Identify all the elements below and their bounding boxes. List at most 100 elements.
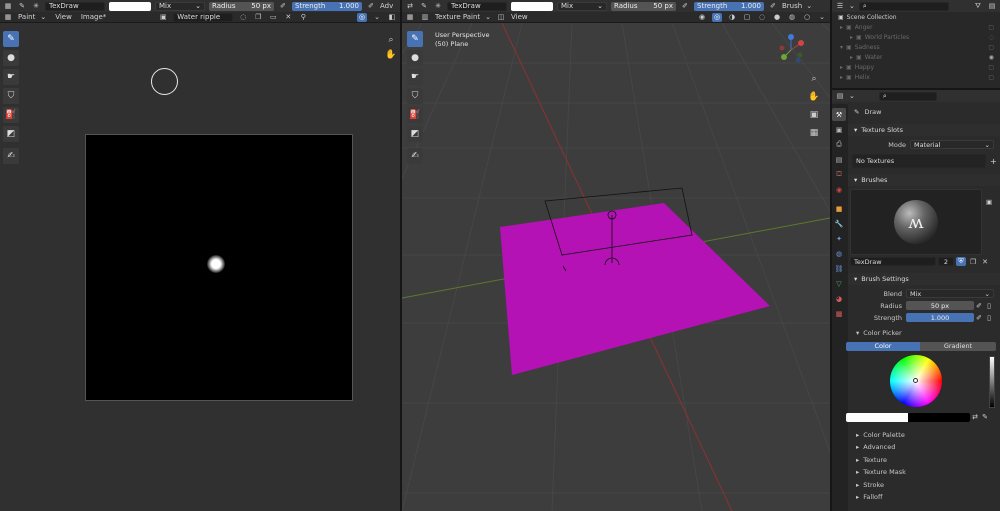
paint-canvas[interactable] (85, 134, 353, 401)
display-channels-icon[interactable]: ◧ (387, 13, 397, 22)
checkbox-icon[interactable]: ▢ (988, 44, 994, 51)
mode-dropdown[interactable]: Texture Paint (435, 13, 480, 21)
tab-texture-icon[interactable]: ▩ (832, 307, 846, 320)
subpanel-falloff[interactable]: ▸ Falloff (848, 491, 1000, 504)
editor-type-icon[interactable]: ▦ (405, 13, 415, 22)
annotate-tool-icon[interactable]: ✍ (3, 148, 19, 164)
editor-type-icon[interactable]: ⇄ (405, 2, 415, 11)
brush-name-field[interactable]: TexDraw (447, 1, 507, 11)
tab-modifier-icon[interactable]: 🔧 (832, 217, 846, 230)
strength-slider[interactable]: Strength 1.000 (694, 1, 764, 11)
tab-data-icon[interactable]: ▽ (832, 277, 846, 290)
pen-pressure-icon[interactable]: ✐ (974, 313, 984, 322)
outliner-row[interactable]: ▸ ▣ Anger ▢ (832, 22, 1000, 32)
pen-pressure-icon[interactable]: ✐ (680, 2, 690, 11)
fill-tool-icon[interactable]: ⛽ (3, 107, 19, 123)
outliner-search-input[interactable]: ⌕ (858, 1, 949, 11)
brush-settings-panel-header[interactable]: ▾ Brush Settings (848, 273, 1000, 285)
image-browse-icon[interactable]: ▣ (158, 13, 168, 22)
close-icon[interactable]: ✕ (283, 13, 293, 22)
texture-slots-panel-header[interactable]: ▾ Texture Slots (848, 124, 1000, 136)
image-name-field[interactable]: Water ripple (173, 12, 234, 22)
brush-name-field[interactable]: TexDraw (45, 1, 105, 11)
advanced-menu[interactable]: Adv (380, 2, 393, 10)
blend-dropdown[interactable]: Mix ⌄ (155, 1, 205, 11)
menu-view[interactable]: View (55, 13, 72, 21)
visibility-icon[interactable]: ◉ (989, 54, 994, 61)
tab-gradient[interactable]: Gradient (920, 341, 996, 351)
pan-hand-icon[interactable]: ✋ (807, 90, 821, 104)
properties-search-input[interactable]: ⌕ (878, 91, 937, 101)
tab-particles-icon[interactable]: ✦ (832, 232, 846, 245)
shield-icon[interactable]: ◌ (238, 13, 248, 22)
open-folder-icon[interactable]: ▭ (268, 13, 278, 22)
add-slot-icon[interactable]: + (990, 157, 997, 166)
tab-constraints-icon[interactable]: ⛓ (832, 262, 846, 275)
menu-image[interactable]: Image* (81, 13, 106, 21)
radius-slider[interactable]: Radius 50 px (209, 1, 274, 11)
outliner-row[interactable]: ▸ ▣ Water ◉ (832, 52, 1000, 62)
pen-pressure-icon[interactable]: ✐ (768, 2, 778, 11)
brush-icon[interactable]: ✎ (419, 2, 429, 11)
radius-slider[interactable]: Radius 50 px (611, 1, 676, 11)
brush-icon[interactable]: ✎ (17, 2, 27, 11)
editor-type-icon[interactable]: ▦ (3, 13, 13, 22)
brush-color-swatch[interactable] (511, 1, 553, 11)
radius-unit-icon[interactable]: ▯ (984, 301, 994, 310)
xray-icon[interactable]: ▢ (742, 13, 752, 22)
blend-dropdown[interactable]: Mix ⌄ (557, 1, 607, 11)
outliner-row[interactable]: ▾ ▣ Sadness ▢ (832, 42, 1000, 52)
pen-pressure-icon[interactable]: ✐ (278, 2, 288, 11)
pen-pressure-icon[interactable]: ✐ (974, 301, 984, 310)
tab-object-icon[interactable]: ■ (832, 202, 846, 215)
material-shading-icon[interactable]: ◍ (787, 13, 797, 22)
subpanel-texture-mask[interactable]: ▸ Texture Mask (848, 466, 1000, 479)
fake-user-shield-icon[interactable]: ⛨ (956, 257, 966, 266)
camera-view-icon[interactable]: ▣ (807, 108, 821, 122)
mask-icon[interactable]: ◫ (496, 13, 506, 22)
brush-star-icon[interactable]: ✳ (31, 2, 41, 11)
draw-tool-icon[interactable]: ✎ (407, 31, 423, 47)
annotate-tool-icon[interactable]: ✍ (407, 148, 423, 164)
painted-plane[interactable] (500, 203, 770, 375)
outliner-row-scene-collection[interactable]: ▣ Scene Collection (832, 12, 1000, 22)
mode-dropdown[interactable]: Material ⌄ (910, 140, 994, 149)
gizmo-toggle-icon[interactable]: ◎ (712, 12, 722, 22)
strength-pressure-icon[interactable]: ▯ (984, 313, 994, 322)
tab-physics-icon[interactable]: ◍ (832, 247, 846, 260)
soften-tool-icon[interactable]: ● (407, 50, 423, 66)
solid-shading-icon[interactable]: ● (772, 13, 782, 22)
brush-options-icon[interactable]: ▣ (986, 198, 992, 206)
pin-icon[interactable]: ⚲ (298, 13, 308, 22)
texture-slot-list[interactable]: No Textures (852, 154, 986, 168)
mode-dropdown[interactable]: Paint (18, 13, 35, 21)
grid-view-icon[interactable]: ▦ (807, 126, 821, 140)
fill-tool-icon[interactable]: ⛽ (407, 107, 423, 123)
brush-color-swatch[interactable] (109, 1, 151, 11)
tab-scene-icon[interactable]: ⛋ (832, 168, 846, 181)
tab-render-icon[interactable]: ▣ (832, 123, 846, 136)
tab-world-icon[interactable]: ◉ (832, 183, 846, 196)
rendered-shading-icon[interactable]: ○ (802, 13, 812, 22)
tab-output-icon[interactable]: ⎙ (832, 138, 846, 151)
editor-type-icon[interactable]: ▤ (835, 92, 845, 101)
checkbox-icon[interactable]: ▢ (988, 24, 994, 31)
pen-pressure-icon[interactable]: ✐ (366, 2, 376, 11)
brush-menu[interactable]: Brush (782, 2, 802, 10)
swap-colors-icon[interactable]: ⇄ (970, 413, 980, 422)
overlay-icon[interactable]: ◑ (727, 13, 737, 22)
soften-tool-icon[interactable]: ● (3, 50, 19, 66)
brush-name-field[interactable]: TexDraw (850, 257, 936, 266)
duplicate-icon[interactable]: ❐ (968, 257, 978, 266)
color-wheel-cursor[interactable] (913, 377, 918, 383)
tab-color[interactable]: Color (846, 341, 920, 351)
clone-tool-icon[interactable]: ⛉ (407, 88, 423, 104)
brush-star-icon[interactable]: ✳ (433, 2, 443, 11)
chevron-down-icon[interactable]: ⌄ (372, 13, 382, 22)
brush-users-count[interactable]: 2 (938, 257, 954, 266)
brush-preview-box[interactable]: ʍ (850, 189, 982, 255)
subpanel-texture[interactable]: ▸ Texture (848, 454, 1000, 467)
gizmo-toggle-icon[interactable]: ◎ (357, 12, 367, 22)
editor-type-icon[interactable]: ▦ (3, 2, 13, 11)
subpanel-advanced[interactable]: ▸ Advanced (848, 441, 1000, 454)
